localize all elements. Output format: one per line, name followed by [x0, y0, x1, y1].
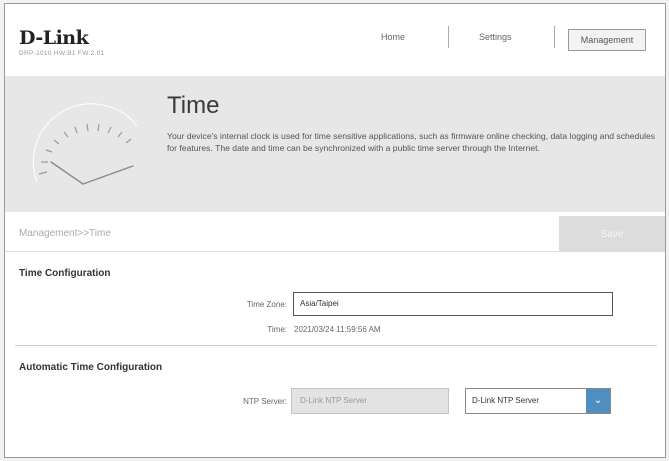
time-config-title: Time Configuration: [19, 268, 111, 279]
time-label: Time:: [267, 325, 287, 334]
ntp-select-value: D-Link NTP Server: [472, 396, 539, 405]
ntp-server-label: NTP Server:: [243, 397, 287, 406]
ntp-server-select[interactable]: D-Link NTP Server ⌄: [465, 388, 611, 414]
nav-separator: [554, 26, 555, 48]
model-info: DRP-1010 HW:B1 FW:2.01: [19, 50, 105, 57]
timezone-field[interactable]: Asia/Taipei: [293, 292, 613, 316]
page-banner: Time Your device's internal clock is use…: [5, 76, 665, 212]
timezone-label: Time Zone:: [246, 300, 287, 309]
nav-management[interactable]: Management: [568, 29, 646, 51]
page-title: Time: [167, 92, 220, 119]
breadcrumb: Management>>Time: [19, 228, 111, 239]
nav-home[interactable]: Home: [381, 32, 405, 42]
router-admin-page: D-Link DRP-1010 HW:B1 FW:2.01 Home Setti…: [4, 3, 666, 458]
section-divider: [15, 345, 657, 346]
save-button[interactable]: Save: [559, 216, 665, 252]
clock-face-icon: [32, 103, 138, 185]
page-description: Your device's internal clock is used for…: [167, 131, 656, 153]
chevron-down-icon[interactable]: ⌄: [586, 389, 610, 413]
ntp-server-field: D-Link NTP Server: [291, 388, 449, 414]
breadcrumb-bar: Management>>Time Save: [5, 216, 665, 252]
auto-time-config-title: Automatic Time Configuration: [19, 362, 163, 373]
nav-separator: [448, 26, 449, 48]
time-value: 2021/03/24 11:59:56 AM: [294, 325, 381, 334]
dlink-logo: D-Link: [19, 27, 89, 49]
nav-settings[interactable]: Settings: [479, 32, 512, 42]
top-header: D-Link DRP-1010 HW:B1 FW:2.01 Home Setti…: [5, 4, 665, 68]
